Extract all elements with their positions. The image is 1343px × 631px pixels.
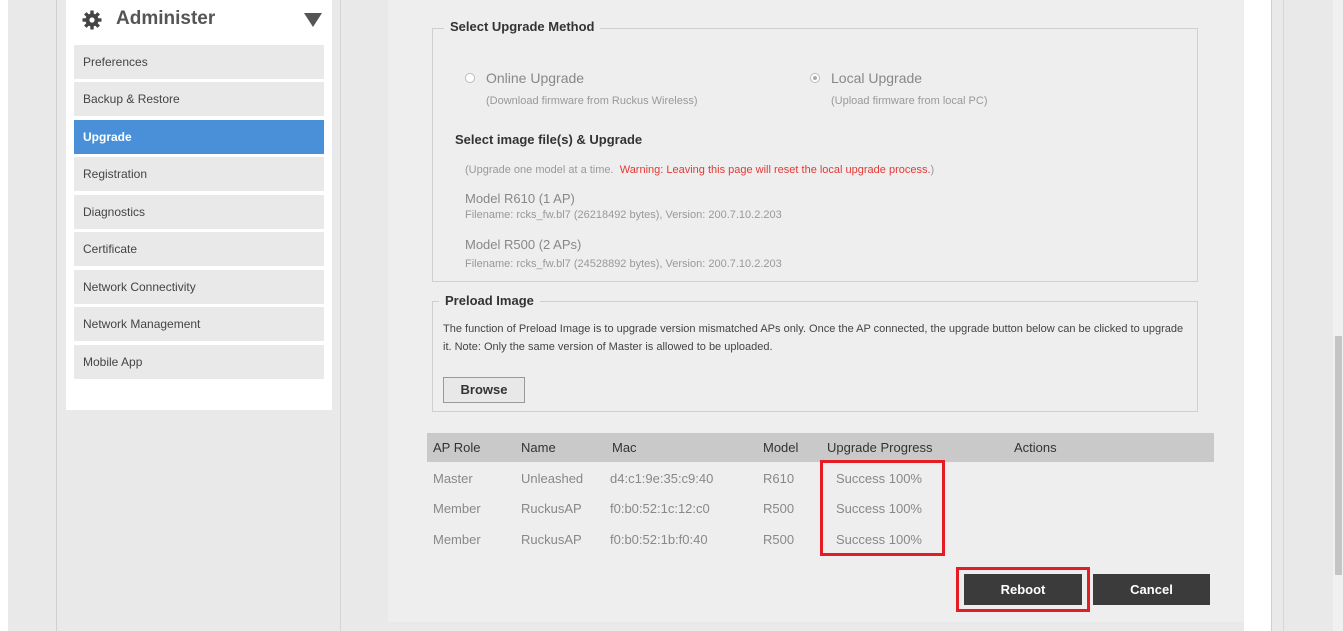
upgrade-note-suffix: ) xyxy=(930,164,935,176)
browse-button[interactable]: Browse xyxy=(443,377,525,403)
sidebar-item-diagnostics[interactable]: Diagnostics xyxy=(74,195,324,229)
online-upgrade-radio[interactable] xyxy=(465,73,475,83)
row-model: R500 xyxy=(763,501,795,516)
model-r500-file: Filename: rcks_fw.bl7 (24528892 bytes), … xyxy=(465,258,782,270)
local-upgrade-label[interactable]: Local Upgrade xyxy=(831,70,922,86)
row-model: R500 xyxy=(763,532,795,547)
model-r610-title: Model R610 (1 AP) xyxy=(465,191,575,206)
row-name: RuckusAP xyxy=(521,501,582,516)
col-ap-role[interactable]: AP Role xyxy=(433,433,480,462)
row-mac: f0:b0:52:1c:12:c0 xyxy=(610,501,710,516)
sidebar-item-certificate[interactable]: Certificate xyxy=(74,232,324,266)
col-upgrade-progress[interactable]: Upgrade Progress xyxy=(827,433,933,462)
model-r610-file: Filename: rcks_fw.bl7 (26218492 bytes), … xyxy=(465,209,782,221)
sidebar-item-mobile-app[interactable]: Mobile App xyxy=(74,345,324,379)
ap-table-header: AP Role Name Mac Model Upgrade Progress … xyxy=(427,433,1214,462)
row-name: RuckusAP xyxy=(521,532,582,547)
col-actions[interactable]: Actions xyxy=(1014,433,1057,462)
sidebar-title: Administer xyxy=(116,8,216,29)
progress-highlight-box xyxy=(820,460,945,556)
row-ap-role: Member xyxy=(433,501,481,516)
sidebar-header[interactable]: Administer xyxy=(82,8,322,36)
upgrade-note-prefix: (Upgrade one model at a time. xyxy=(465,164,614,176)
cancel-button[interactable]: Cancel xyxy=(1093,574,1210,605)
sidebar-item-registration[interactable]: Registration xyxy=(74,157,324,191)
row-model: R610 xyxy=(763,471,795,486)
sidebar-item-network-management[interactable]: Network Management xyxy=(74,307,324,341)
sidebar-item-network-connectivity[interactable]: Network Connectivity xyxy=(74,270,324,304)
reboot-highlight-box xyxy=(956,567,1090,612)
online-upgrade-label[interactable]: Online Upgrade xyxy=(486,70,584,86)
left-gutter xyxy=(0,0,8,631)
row-ap-role: Master xyxy=(433,471,473,486)
row-ap-role: Member xyxy=(433,532,481,547)
col-name[interactable]: Name xyxy=(521,433,556,462)
upgrade-method-legend: Select Upgrade Method xyxy=(444,19,601,34)
preload-image-section xyxy=(432,301,1198,412)
row-mac: f0:b0:52:1b:f0:40 xyxy=(610,532,708,547)
row-mac: d4:c1:9e:35:c9:40 xyxy=(610,471,714,486)
online-upgrade-description: (Download firmware from Ruckus Wireless) xyxy=(486,95,698,107)
sidebar-item-preferences[interactable]: Preferences xyxy=(74,45,324,79)
local-upgrade-description: (Upload firmware from local PC) xyxy=(831,95,988,107)
col-model[interactable]: Model xyxy=(763,433,798,462)
local-upgrade-radio[interactable] xyxy=(810,73,820,83)
gear-icon xyxy=(82,10,102,30)
scrollbar-thumb[interactable] xyxy=(1335,336,1342,575)
chevron-down-icon[interactable] xyxy=(304,13,322,27)
left-band xyxy=(8,0,57,631)
select-image-title: Select image file(s) & Upgrade xyxy=(455,132,643,147)
row-name: Unleashed xyxy=(521,471,584,486)
model-r500-title: Model R500 (2 APs) xyxy=(465,237,582,252)
right-gutter xyxy=(1244,0,1271,631)
col-mac[interactable]: Mac xyxy=(612,433,637,462)
preload-description: The function of Preload Image is to upgr… xyxy=(443,323,1184,353)
upgrade-note: (Upgrade one model at a time. Warning: L… xyxy=(465,164,934,176)
preload-image-legend: Preload Image xyxy=(439,293,540,308)
upgrade-warning: Warning: Leaving this page will reset th… xyxy=(619,164,931,176)
right-panel xyxy=(1283,0,1334,631)
sidebar-item-upgrade[interactable]: Upgrade xyxy=(74,120,324,154)
sidebar: Administer Preferences Backup & Restore … xyxy=(66,0,332,410)
sidebar-item-backup-restore[interactable]: Backup & Restore xyxy=(74,82,324,116)
